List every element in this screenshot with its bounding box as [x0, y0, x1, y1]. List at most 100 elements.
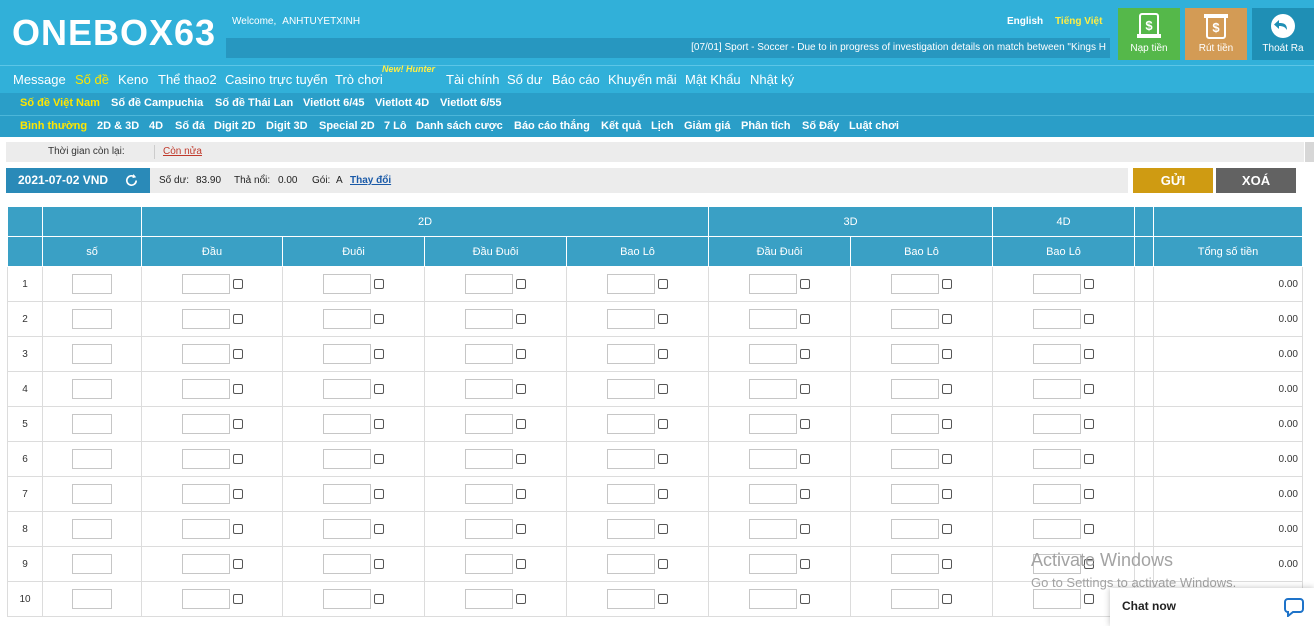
bet-amount-input[interactable] [465, 519, 513, 539]
bet-amount-input[interactable] [181, 519, 230, 539]
bet-checkbox[interactable] [658, 419, 668, 429]
bet-checkbox[interactable] [800, 454, 810, 464]
bet-checkbox[interactable] [374, 349, 384, 359]
bet-amount-input[interactable] [749, 274, 797, 294]
withdraw-button[interactable]: $ Rút tiền [1185, 8, 1247, 60]
bet-checkbox[interactable] [516, 419, 526, 429]
deposit-button[interactable]: $ Nạp tiền [1118, 8, 1180, 60]
bet-amount-input[interactable] [1033, 414, 1081, 434]
bet-amount-input[interactable] [749, 449, 797, 469]
tab-vietlott-4d[interactable]: Vietlott 4D [375, 97, 429, 109]
bet-amount-input[interactable] [181, 554, 230, 574]
tab-danh-sach-cuoc[interactable]: Danh sách cược [416, 120, 503, 132]
bet-amount-input[interactable] [749, 379, 797, 399]
bet-amount-input[interactable] [181, 484, 230, 504]
bet-checkbox[interactable] [658, 559, 668, 569]
tab-digit-3d[interactable]: Digit 3D [266, 120, 308, 132]
bet-amount-input[interactable] [749, 414, 797, 434]
bet-checkbox[interactable] [658, 454, 668, 464]
bet-amount-input[interactable] [323, 449, 371, 469]
bet-amount-input[interactable] [323, 414, 371, 434]
bet-amount-input[interactable] [607, 379, 655, 399]
bet-checkbox[interactable] [516, 489, 526, 499]
bet-checkbox[interactable] [658, 279, 668, 289]
tab-digit-2d[interactable]: Digit 2D [214, 120, 256, 132]
bet-checkbox[interactable] [800, 349, 810, 359]
bet-amount-input[interactable] [465, 414, 513, 434]
bet-amount-input[interactable] [749, 484, 797, 504]
number-input[interactable] [72, 309, 112, 329]
bet-amount-input[interactable] [749, 589, 797, 609]
bet-amount-input[interactable] [181, 274, 230, 294]
nav-mat-khau[interactable]: Mật Khẩu [685, 72, 741, 87]
bet-amount-input[interactable] [891, 484, 939, 504]
tab-so-day[interactable]: Số Đẩy [802, 120, 839, 132]
bet-amount-input[interactable] [1033, 274, 1081, 294]
bet-checkbox[interactable] [516, 524, 526, 534]
tab-bao-cao-thang[interactable]: Báo cáo thắng [514, 120, 590, 132]
bet-amount-input[interactable] [181, 309, 230, 329]
bet-checkbox[interactable] [658, 594, 668, 604]
lang-vietnamese-link[interactable]: Tiếng Việt [1055, 16, 1102, 27]
lang-english-link[interactable]: English [1007, 16, 1043, 27]
bet-checkbox[interactable] [232, 559, 243, 569]
bet-checkbox[interactable] [658, 489, 668, 499]
bet-checkbox[interactable] [374, 559, 384, 569]
bet-checkbox[interactable] [516, 594, 526, 604]
bet-checkbox[interactable] [374, 489, 384, 499]
bet-amount-input[interactable] [1033, 589, 1081, 609]
number-input[interactable] [72, 519, 112, 539]
bet-checkbox[interactable] [1084, 349, 1094, 359]
number-input[interactable] [72, 484, 112, 504]
bet-checkbox[interactable] [1084, 594, 1094, 604]
bet-checkbox[interactable] [942, 489, 952, 499]
nav-the-thao2[interactable]: Thể thao2 [158, 72, 217, 87]
tab-phan-tich[interactable]: Phân tích [741, 120, 791, 132]
bet-checkbox[interactable] [800, 419, 810, 429]
bet-checkbox[interactable] [374, 384, 384, 394]
bet-amount-input[interactable] [181, 379, 230, 399]
bet-checkbox[interactable] [800, 314, 810, 324]
bet-amount-input[interactable] [607, 344, 655, 364]
bet-checkbox[interactable] [942, 384, 952, 394]
bet-checkbox[interactable] [800, 594, 810, 604]
bet-amount-input[interactable] [891, 519, 939, 539]
bet-checkbox[interactable] [658, 524, 668, 534]
bet-amount-input[interactable] [607, 484, 655, 504]
bet-amount-input[interactable] [607, 519, 655, 539]
bet-amount-input[interactable] [323, 379, 371, 399]
bet-amount-input[interactable] [465, 554, 513, 574]
bet-amount-input[interactable] [323, 344, 371, 364]
bet-amount-input[interactable] [607, 449, 655, 469]
bet-amount-input[interactable] [1033, 309, 1081, 329]
bet-amount-input[interactable] [1033, 379, 1081, 399]
bet-amount-input[interactable] [891, 309, 939, 329]
nav-tai-chinh[interactable]: Tài chính [446, 72, 499, 87]
bet-amount-input[interactable] [749, 554, 797, 574]
bet-checkbox[interactable] [516, 384, 526, 394]
bet-checkbox[interactable] [942, 419, 952, 429]
bet-checkbox[interactable] [232, 384, 243, 394]
bet-checkbox[interactable] [942, 314, 952, 324]
tab-ket-qua[interactable]: Kết quả [601, 120, 641, 132]
bet-checkbox[interactable] [232, 349, 243, 359]
tab-so-de-thai-lan[interactable]: Số đề Thái Lan [215, 97, 293, 109]
bet-amount-input[interactable] [1033, 449, 1081, 469]
bet-amount-input[interactable] [607, 309, 655, 329]
bet-amount-input[interactable] [323, 519, 371, 539]
bet-checkbox[interactable] [232, 489, 243, 499]
bet-checkbox[interactable] [232, 419, 243, 429]
clear-button[interactable]: XOÁ [1216, 168, 1296, 193]
bet-amount-input[interactable] [891, 554, 939, 574]
bet-checkbox[interactable] [942, 524, 952, 534]
nav-keno[interactable]: Keno [118, 72, 148, 87]
bet-amount-input[interactable] [607, 554, 655, 574]
bet-checkbox[interactable] [1084, 419, 1094, 429]
bet-checkbox[interactable] [374, 524, 384, 534]
bet-checkbox[interactable] [232, 279, 243, 289]
bet-amount-input[interactable] [1033, 519, 1081, 539]
change-package-link[interactable]: Thay đổi [350, 168, 391, 193]
bet-checkbox[interactable] [942, 349, 952, 359]
bet-amount-input[interactable] [181, 589, 230, 609]
bet-amount-input[interactable] [465, 274, 513, 294]
